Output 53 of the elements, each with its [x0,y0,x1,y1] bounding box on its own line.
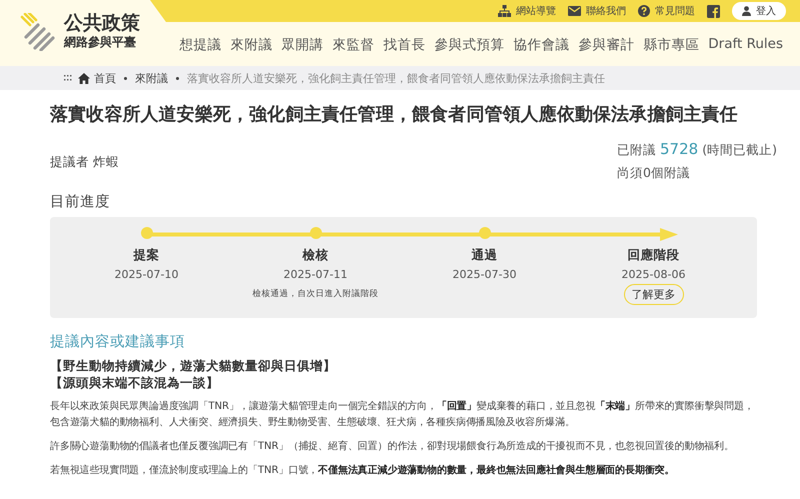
body-paragraph: 若無視這些現實問題，僅流於制度或理論上的「TNR」口號，不僅無法真正減少遊蕩動物的數量，最終也無法回應社會與生態層面的長期衝突。 [50,463,676,478]
breadcrumb-link[interactable]: 首頁 [94,70,116,86]
breadcrumb-link[interactable]: 來附議 [135,70,168,86]
learn-more-link[interactable]: 了解更多 [624,284,684,305]
stage-date: 2025-08-06 [622,268,686,281]
section-title: 目前進度 [50,192,111,211]
stage-name: 提案 [134,247,160,264]
stage-date: 2025-07-11 [284,268,348,281]
logo-icon [20,12,56,50]
body-paragraph: 長年以來政策與民眾輿論過度強調「TNR」，讓遊蕩犬貓管理走向一個完全錯誤的方向，「回置」變成棄養的藉口，並且忽視「末端」所帶來的實際衝擊與問題，包含遊蕩犬貓的動物福利、人犬衝突、經濟損失、野生動物受害、生態破壞、狂犬病，各種疾病傳播風險及收容所爆滿。 [50,400,755,430]
nav-link[interactable]: 來附議 [230,36,272,54]
stage-dot [310,227,322,239]
status-note: (時間已截止) [702,142,777,159]
proposer-text: 提議者 炸蝦 [50,154,119,171]
stage-dot [140,227,152,239]
stage-dot [478,227,490,239]
user-icon [742,6,751,16]
nav-link[interactable]: 眾開講 [281,36,324,54]
site-subtitle: 網路參與平臺 [64,34,137,51]
nav-link[interactable]: 協作會議 [513,36,570,54]
utility-link[interactable]: 聯絡我們 [568,4,626,18]
endorse-label: 已附議 [617,142,656,159]
grip-icon [64,75,72,81]
breadcrumb-current: 落實收容所人道安樂死，強化飼主責任管理，餵食者同管領人應依動保法承擔飼主責任 [187,70,605,86]
endorse-count: 5728 [660,140,698,158]
login-button[interactable]: 登入 [732,2,786,20]
nav-link[interactable]: 參與審計 [578,36,634,54]
utility-link[interactable]: 網站導覽 [498,4,556,18]
nav-link[interactable]: 來監督 [332,36,374,54]
highlight-heading: 【源頭與末端不該混為一談】 [50,374,220,391]
body-paragraph: 許多關心遊蕩動物的倡議者也僅反覆強調已有「TNR」（捕捉、絕育、回置）的作法，卻對現場餵食行為所造成的干擾視而不見，也忽視回置後的動物福利。 [50,440,735,454]
stage-name: 回應階段 [628,247,680,264]
nav-link[interactable]: 想提議 [179,36,222,54]
stage-note: 檢核通過，自次日進入附議階段 [252,288,378,300]
section-heading: 提議內容或建議事項 [50,332,186,351]
remaining-text: 尚須0個附議 [617,165,691,182]
envelope-icon [568,6,581,16]
home-icon [78,72,90,84]
stage-name: 通過 [472,247,498,264]
question-icon [638,5,650,17]
sitemap-icon [498,5,511,17]
nav-link[interactable]: Draft Rules [708,36,783,54]
proposal-title: 落實收容所人道安樂死，強化飼主責任管理，餵食者同管領人應依動保法承擔飼主責任 [50,103,739,127]
stage-name: 檢核 [302,247,328,264]
facebook-icon[interactable] [707,4,720,18]
nav-link[interactable]: 找首長 [383,36,426,54]
utility-link[interactable]: 常見問題 [638,4,695,18]
highlight-heading: 【野生動物持續減少，遊蕩犬貓數量卻與日俱增】 [50,357,337,374]
stage-date: 2025-07-30 [452,268,516,281]
nav-link[interactable]: 縣市專區 [643,36,700,54]
stage-date: 2025-07-10 [114,268,178,281]
nav-link[interactable]: 參與式預算 [434,36,504,54]
site-title[interactable]: 公共政策 [64,12,140,34]
